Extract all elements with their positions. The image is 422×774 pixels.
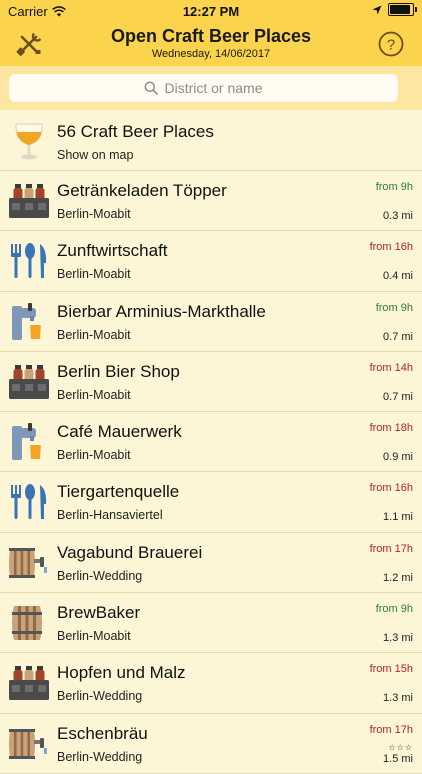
help-button[interactable]: ? [378, 31, 404, 57]
place-row[interactable]: Hopfen und Malz Berlin-Wedding from 15h … [0, 653, 422, 714]
page-title: Open Craft Beer Places [110, 26, 312, 46]
bottle-crate-icon [8, 663, 50, 703]
place-name: BrewBaker [57, 603, 141, 623]
place-name: Tiergartenquelle [57, 482, 180, 502]
bottle-crate-icon [8, 181, 50, 221]
page-subtitle: Wednesday, 14/06/2017 [151, 48, 271, 60]
place-row[interactable]: Vagabund Brauerei Berlin-Wedding from 17… [0, 532, 422, 594]
place-name: Bierbar Arminius-Markthalle [57, 301, 266, 321]
rating-stars: ☆☆☆ [388, 742, 413, 752]
place-name: Berlin Bier Shop [57, 361, 180, 381]
opening-hours: from 16h [369, 241, 413, 254]
place-district: Berlin-Moabit [57, 267, 131, 282]
beer-tap-icon [8, 422, 50, 462]
place-distance: 1.3 mi [383, 632, 413, 645]
place-row[interactable]: Getränkeladen Töpper Berlin-Moabit from … [0, 171, 422, 232]
opening-hours: from 9h [375, 301, 413, 314]
place-row[interactable]: Bierbar Arminius-Markthalle Berlin-Moabi… [0, 291, 422, 352]
help-glyph: ? [387, 37, 395, 54]
barrel-icon [8, 603, 50, 643]
place-name: Getränkeladen Töpper [57, 181, 227, 200]
opening-hours: from 9h [375, 181, 413, 193]
search-input[interactable]: District or name [9, 74, 398, 102]
place-row[interactable]: Berlin Bier Shop Berlin-Moabit from 14h … [0, 351, 422, 413]
place-name: Hopfen und Malz [57, 663, 186, 683]
barrel-tap-icon [8, 543, 50, 583]
place-district: Berlin-Hansaviertel [57, 508, 163, 523]
place-district: Berlin-Moabit [57, 448, 131, 463]
place-distance: 1.2 mi [383, 571, 413, 584]
place-distance: 1.1 mi [383, 511, 413, 524]
location-arrow-icon [372, 5, 382, 14]
place-district: Berlin-Wedding [57, 749, 143, 764]
place-distance: 1.3 mi [383, 692, 413, 705]
place-row[interactable]: Café Mauerwerk Berlin-Moabit from 18h 0.… [0, 412, 422, 473]
battery-icon [388, 3, 417, 16]
place-distance: 0.4 mi [383, 270, 413, 283]
opening-hours: from 17h [369, 542, 413, 555]
place-district: Berlin-Wedding [57, 568, 143, 583]
places-list: 56 Craft Beer Places Show on map Getränk… [0, 110, 422, 774]
nav-bar: Open Craft Beer Places Wednesday, 14/06/… [0, 22, 422, 66]
opening-hours: from 18h [369, 422, 413, 435]
place-distance: 0.7 mi [383, 330, 413, 343]
clock: 12:27 PM [182, 4, 240, 19]
cutlery-icon [8, 241, 50, 281]
opening-hours: from 9h [375, 603, 413, 616]
status-bar: Carrier 12:27 PM [0, 0, 422, 22]
cutlery-icon [8, 482, 50, 522]
place-distance: 0.9 mi [383, 451, 413, 464]
opening-hours: from 16h [369, 482, 413, 495]
place-row[interactable]: Eschenbräu Berlin-Wedding from 17h ☆☆☆ 1… [0, 713, 422, 774]
place-row[interactable]: Tiergartenquelle Berlin-Hansaviertel fro… [0, 472, 422, 533]
place-name: Café Mauerwerk [57, 422, 182, 442]
places-count: 56 Craft Beer Places [57, 122, 214, 141]
place-distance: 0.3 mi [383, 210, 413, 222]
search-icon [145, 81, 159, 95]
place-district: Berlin-Moabit [57, 387, 131, 402]
opening-hours: from 14h [369, 361, 413, 374]
help-icon: ? [378, 31, 404, 57]
place-name: Zunftwirtschaft [57, 241, 168, 261]
bottle-crate-icon [8, 362, 50, 402]
place-district: Berlin-Moabit [57, 207, 131, 221]
opening-hours: from 17h [369, 723, 413, 736]
barrel-tap-icon [8, 724, 50, 764]
show-on-map-link[interactable]: Show on map [57, 148, 133, 162]
place-name: Vagabund Brauerei [57, 542, 203, 562]
place-row[interactable]: BrewBaker Berlin-Moabit from 9h 1.3 mi [0, 593, 422, 654]
search-bar: District or name [0, 66, 422, 110]
search-placeholder: District or name [164, 80, 263, 96]
place-name: Eschenbräu [57, 723, 148, 743]
place-distance: 0.7 mi [383, 390, 413, 403]
place-distance: 1.5 mi [383, 752, 413, 765]
beer-tap-icon [8, 302, 50, 342]
beer-glass-icon [15, 123, 43, 160]
place-district: Berlin-Moabit [57, 629, 131, 644]
place-district: Berlin-Wedding [57, 689, 143, 704]
place-row[interactable]: Zunftwirtschaft Berlin-Moabit from 16h 0… [0, 231, 422, 292]
opening-hours: from 15h [369, 663, 413, 676]
place-district: Berlin-Moabit [57, 327, 131, 342]
show-on-map-row[interactable]: 56 Craft Beer Places Show on map [0, 110, 422, 171]
